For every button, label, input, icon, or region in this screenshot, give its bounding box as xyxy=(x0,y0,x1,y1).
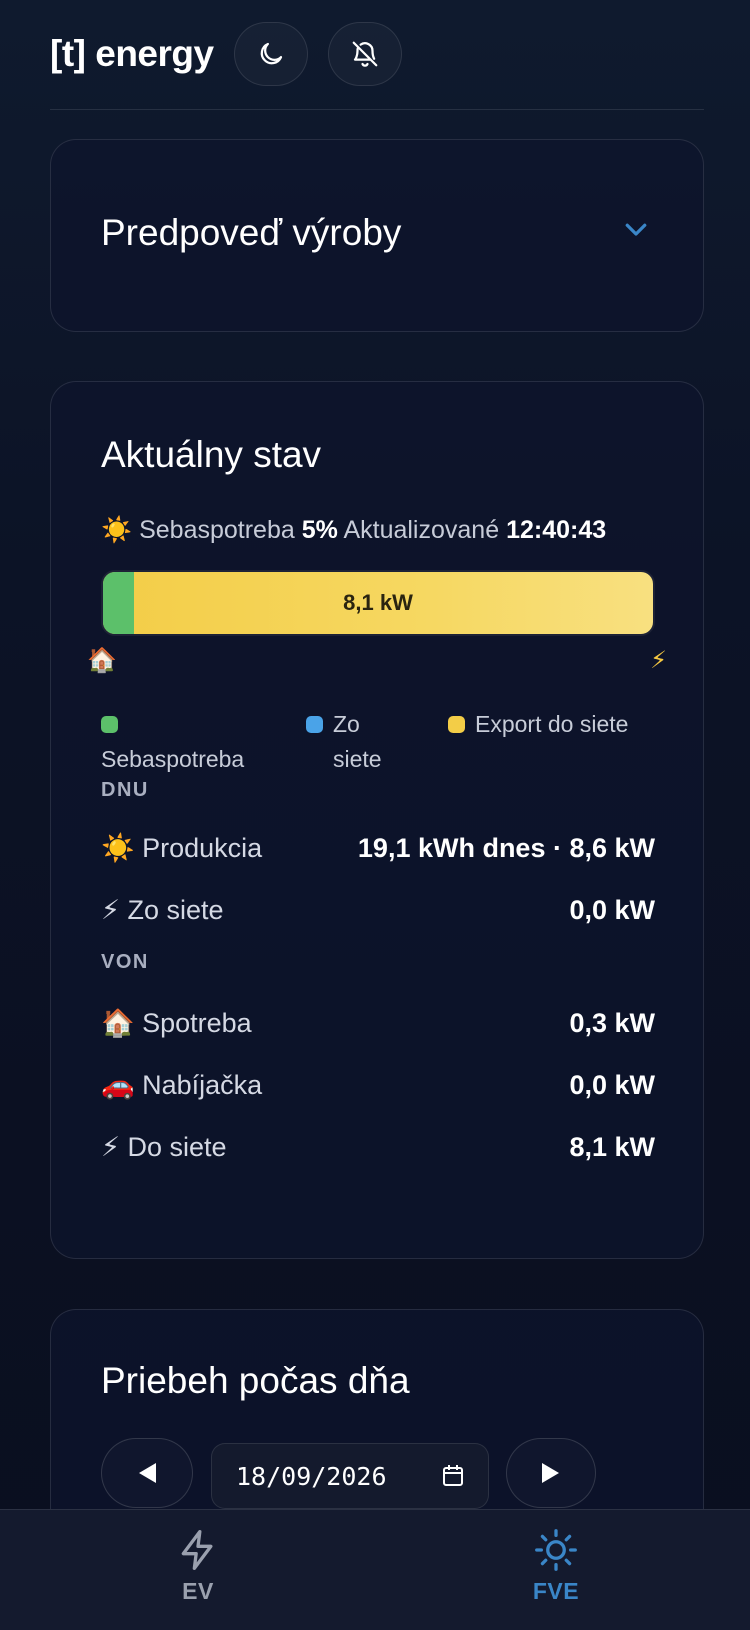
status-summary: ☀️ Sebaspotreba 5% Aktualizované 12:40:4… xyxy=(101,516,606,545)
legend-item-grid: Zo siete xyxy=(306,707,426,777)
bottom-nav: EV FVE xyxy=(0,1509,750,1630)
row-charger: 🚗 Nabíjačka 0,0 kW xyxy=(101,1065,655,1105)
row-value: 0,0 kW xyxy=(569,894,655,925)
row-label: 🚗 Nabíjačka xyxy=(101,1070,263,1100)
self-consumption-percent: 5% xyxy=(301,516,338,544)
lightning-icon xyxy=(181,1530,213,1570)
row-label: ⚡ Zo siete xyxy=(101,894,224,925)
legend-item-export: Export do siete xyxy=(448,707,658,742)
row-value: 19,1 kWh dnes · 8,6 kW xyxy=(357,832,655,863)
next-icon xyxy=(542,1463,559,1483)
date-input[interactable]: 18/09/2026 xyxy=(211,1443,489,1509)
tab-fve[interactable]: FVE xyxy=(496,1528,616,1605)
legend: Sebaspotreba Zo siete Export do siete xyxy=(101,707,661,787)
house-icon: 🏠 xyxy=(87,647,117,674)
page: [t] energy Predpoveď výroby Aktuálny sta… xyxy=(0,0,750,1630)
row-to-grid: ⚡ Do siete 8,1 kW xyxy=(101,1127,655,1167)
theme-toggle-button[interactable] xyxy=(233,21,308,86)
legend-label: Zo siete xyxy=(333,711,382,772)
status-title: Aktuálny stav xyxy=(101,434,322,475)
prev-day-button[interactable] xyxy=(101,1438,193,1508)
grid-bolt-icon: ⚡ xyxy=(650,647,667,674)
legend-dot-blue xyxy=(306,716,323,733)
row-value: 8,1 kW xyxy=(569,1131,655,1162)
legend-label: Export do siete xyxy=(475,711,629,737)
export-power-label: 8,1 kW xyxy=(343,590,413,615)
row-production: ☀️ Produkcia 19,1 kWh dnes · 8,6 kW xyxy=(101,828,655,868)
chevron-down-icon[interactable] xyxy=(621,214,651,244)
tab-ev[interactable]: EV xyxy=(138,1528,258,1605)
row-from-grid: ⚡ Zo siete 0,0 kW xyxy=(101,890,655,930)
section-out-label: VON xyxy=(101,951,149,973)
legend-dot-green xyxy=(101,716,118,733)
row-label: ⚡ Do siete xyxy=(101,1131,227,1162)
updated-label: Aktualizované xyxy=(343,516,500,544)
row-label: 🏠 Spotreba xyxy=(101,1008,252,1038)
header: [t] energy xyxy=(50,21,704,110)
section-in-label: DNU xyxy=(101,779,149,801)
self-consumption-label: Sebaspotreba xyxy=(139,516,295,544)
sun-emoji-icon: ☀️ xyxy=(101,516,133,544)
daily-progress-title: Priebeh počas dňa xyxy=(101,1360,410,1401)
calendar-icon[interactable] xyxy=(442,1464,464,1488)
bell-off-icon xyxy=(352,41,377,67)
moon-icon xyxy=(260,42,282,64)
notifications-toggle-button[interactable] xyxy=(327,21,402,86)
brand-logo: [t] energy xyxy=(50,32,214,74)
forecast-card[interactable]: Predpoveď výroby xyxy=(50,139,704,332)
updated-time: 12:40:43 xyxy=(506,516,607,544)
energy-flow-bar: 8,1 kW xyxy=(101,570,655,636)
next-day-button[interactable] xyxy=(506,1438,596,1508)
tab-fve-label: FVE xyxy=(532,1578,580,1604)
legend-label: Sebaspotreba xyxy=(101,746,245,772)
row-label: ☀️ Produkcia xyxy=(101,833,263,863)
row-value: 0,0 kW xyxy=(569,1069,655,1100)
legend-item-self: Sebaspotreba xyxy=(101,707,301,777)
prev-icon xyxy=(139,1463,156,1483)
row-consumption: 🏠 Spotreba 0,3 kW xyxy=(101,1003,655,1043)
current-status-card: Aktuálny stav ☀️ Sebaspotreba 5% Aktuali… xyxy=(50,381,704,1259)
legend-dot-yellow xyxy=(448,716,465,733)
forecast-title: Predpoveď výroby xyxy=(101,212,402,253)
row-value: 0,3 kW xyxy=(569,1007,655,1038)
date-value: 18/09/2026 xyxy=(236,1461,387,1491)
sun-icon xyxy=(535,1529,577,1571)
tab-ev-label: EV xyxy=(182,1578,214,1604)
